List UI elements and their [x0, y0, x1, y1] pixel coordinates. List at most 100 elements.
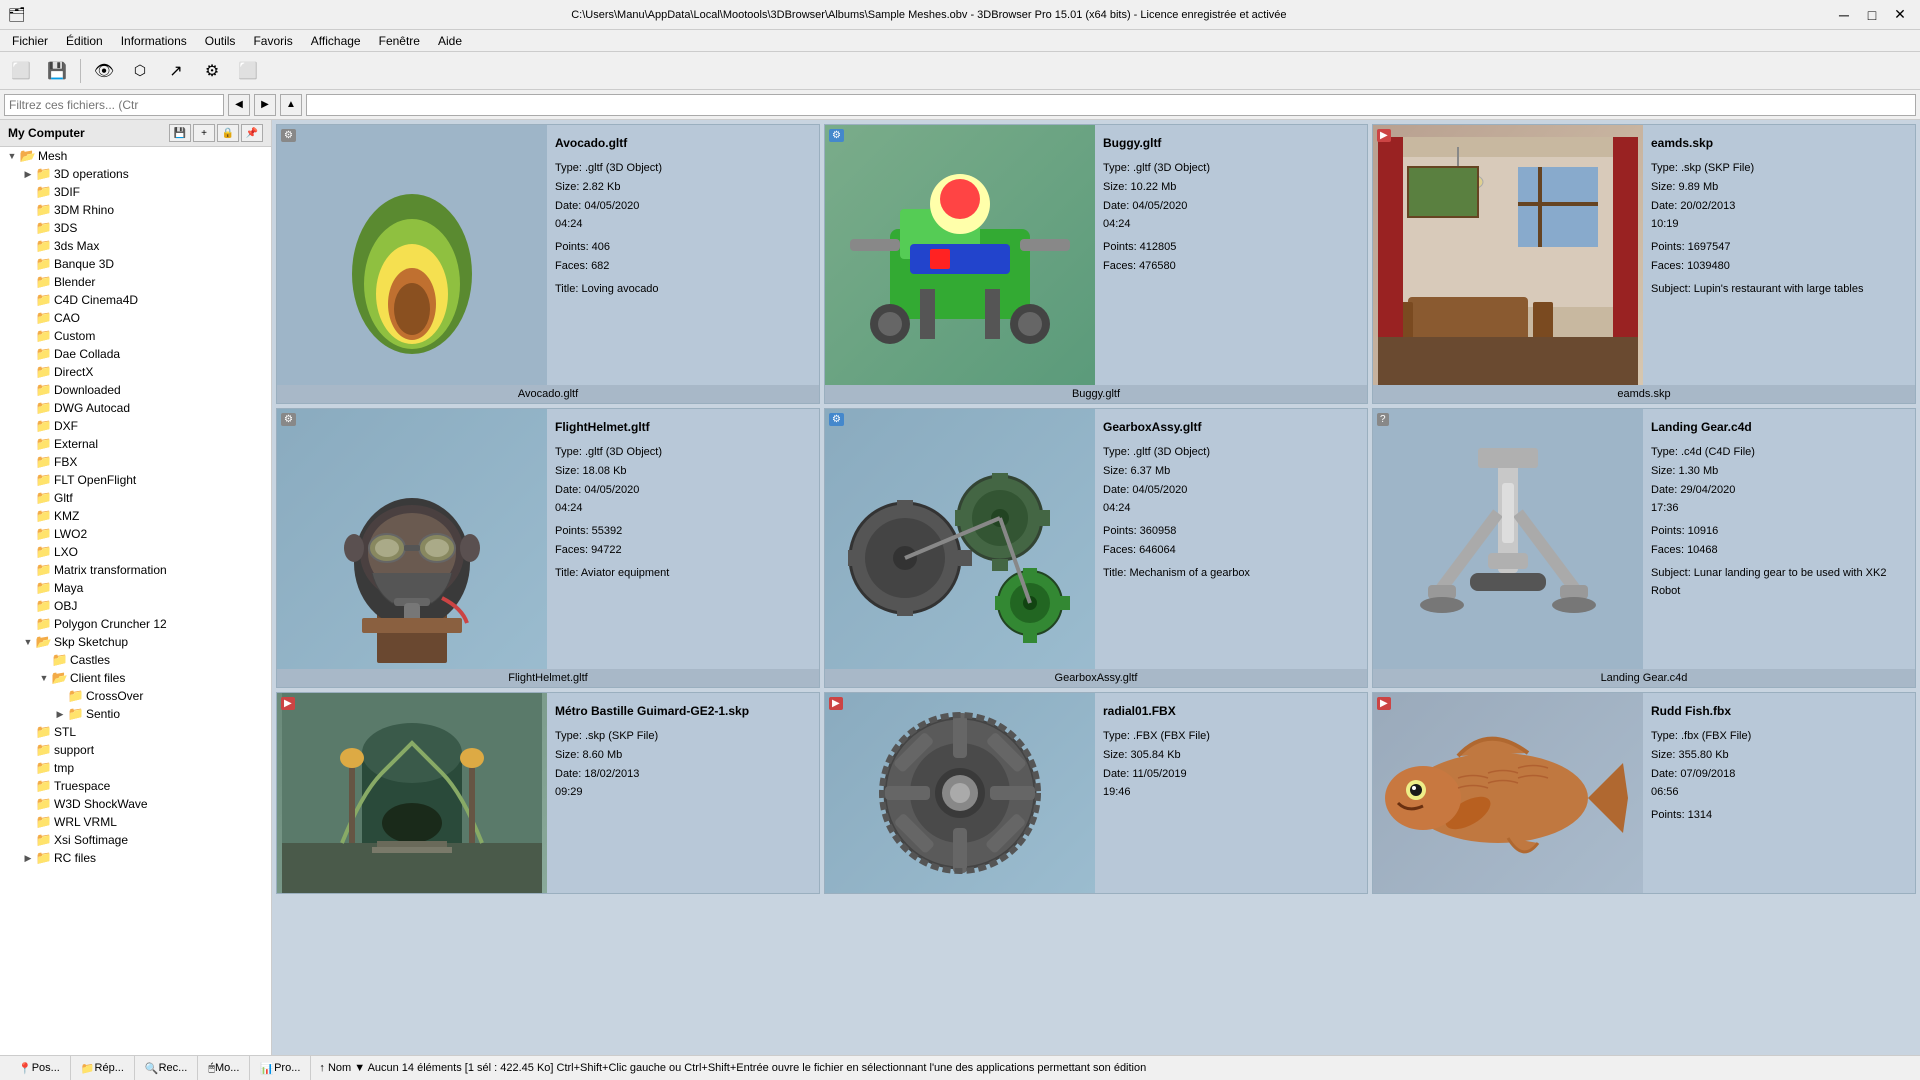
- grid-item-radial[interactable]: ▶: [824, 692, 1368, 894]
- grid-item-avocado[interactable]: ⚙ Avocado.gltf Type: .gltf (3D Object) S…: [276, 124, 820, 404]
- subject-landinggear: Subject: Lunar landing gear to be used w…: [1651, 564, 1907, 601]
- grid-item-ruddfish[interactable]: ▶: [1372, 692, 1916, 894]
- toggle-clientfiles[interactable]: ▼: [36, 670, 52, 686]
- menu-item-informations[interactable]: Informations: [113, 32, 195, 50]
- tree-item-blender[interactable]: 📁 Blender: [0, 273, 271, 291]
- type-landinggear: Type: .c4d (C4D File): [1651, 443, 1907, 462]
- toggle-rcfiles[interactable]: ▶: [20, 850, 36, 866]
- menu-item-aide[interactable]: Aide: [430, 32, 470, 50]
- tree-item-external[interactable]: 📁 External: [0, 435, 271, 453]
- menu-item-fenêtre[interactable]: Fenêtre: [371, 32, 428, 50]
- tree-item-flt[interactable]: 📁 FLT OpenFlight: [0, 471, 271, 489]
- tree-item-lxo[interactable]: 📁 LXO: [0, 543, 271, 561]
- toggle-skp[interactable]: ▼: [20, 634, 36, 650]
- grid-item-flighthelmet[interactable]: ⚙: [276, 408, 820, 688]
- menu-item-fichier[interactable]: Fichier: [4, 32, 56, 50]
- tree-item-3dmrhino[interactable]: 📁 3DM Rhino: [0, 201, 271, 219]
- grid-item-gearbox[interactable]: ⚙: [824, 408, 1368, 688]
- toolbar-btn-7[interactable]: ⬜: [231, 56, 265, 86]
- tree-item-maya[interactable]: 📁 Maya: [0, 579, 271, 597]
- tree-item-3dsmax[interactable]: 📁 3ds Max: [0, 237, 271, 255]
- status-tab-rec[interactable]: 🔍 Rec...: [135, 1056, 198, 1080]
- status-tab-mo[interactable]: 🖱 Mo...: [198, 1056, 250, 1080]
- tree-item-3ds[interactable]: 📁 3DS: [0, 219, 271, 237]
- tree-item-dwgautocad[interactable]: 📁 DWG Autocad: [0, 399, 271, 417]
- tree-item-sentio[interactable]: ▶ 📁 Sentio: [0, 705, 271, 723]
- toolbar-btn-6[interactable]: ⚙: [195, 56, 229, 86]
- tree-item-skp[interactable]: ▼ 📂 Skp Sketchup: [0, 633, 271, 651]
- minimize-button[interactable]: ─: [1832, 5, 1856, 25]
- tree-label-daecollada: Dae Collada: [54, 347, 120, 361]
- menu-item-outils[interactable]: Outils: [197, 32, 244, 50]
- toggle-3dops[interactable]: ▶: [20, 166, 36, 182]
- addr-back-btn[interactable]: ◀: [228, 94, 250, 116]
- tree-item-mesh[interactable]: ▼ 📂 Mesh: [0, 147, 271, 165]
- tree-item-banque3d[interactable]: 📁 Banque 3D: [0, 255, 271, 273]
- status-tab-pos[interactable]: 📍 Pos...: [8, 1056, 71, 1080]
- tree-item-stl[interactable]: 📁 STL: [0, 723, 271, 741]
- close-button[interactable]: ✕: [1888, 5, 1912, 25]
- status-tab-pro[interactable]: 📊 Pro...: [250, 1056, 311, 1080]
- tree-item-c4d[interactable]: 📁 C4D Cinema4D: [0, 291, 271, 309]
- tree-item-castles[interactable]: 📁 Castles: [0, 651, 271, 669]
- tree-item-fbx[interactable]: 📁 FBX: [0, 453, 271, 471]
- filter-input[interactable]: [4, 94, 224, 116]
- grid-item-buggy[interactable]: ⚙: [824, 124, 1368, 404]
- addr-forward-btn[interactable]: ▶: [254, 94, 276, 116]
- tree-item-truespace[interactable]: 📁 Truespace: [0, 777, 271, 795]
- sidebar-tool-lock[interactable]: 🔒: [217, 124, 239, 142]
- tree-item-polygoncruncher[interactable]: 📁 Polygon Cruncher 12: [0, 615, 271, 633]
- status-tab-rep[interactable]: 📁 Rép...: [71, 1056, 135, 1080]
- titlebar: 🗂 C:\Users\Manu\AppData\Local\Mootools\3…: [0, 0, 1920, 30]
- tree-item-matrix[interactable]: 📁 Matrix transformation: [0, 561, 271, 579]
- grid-item-eamds[interactable]: ▶: [1372, 124, 1916, 404]
- tree-item-obj[interactable]: 📁 OBJ: [0, 597, 271, 615]
- preview-avocado: [277, 125, 547, 403]
- tree-item-clientfiles[interactable]: ▼ 📂 Client files: [0, 669, 271, 687]
- toolbar-btn-5[interactable]: ↗: [159, 56, 193, 86]
- toggle-sentio[interactable]: ▶: [52, 706, 68, 722]
- toolbar-btn-3[interactable]: 👁: [87, 56, 121, 86]
- tree-item-cao[interactable]: 📁 CAO: [0, 309, 271, 327]
- maximize-button[interactable]: □: [1860, 5, 1884, 25]
- menu-item-favoris[interactable]: Favoris: [245, 32, 300, 50]
- tree-item-3dif[interactable]: 📁 3DIF: [0, 183, 271, 201]
- tree-item-gltf[interactable]: 📁 Gltf: [0, 489, 271, 507]
- folder-icon-3dops: 📁: [36, 166, 52, 182]
- menubar: FichierÉditionInformationsOutilsFavorisA…: [0, 30, 1920, 52]
- grid-item-landinggear[interactable]: ?: [1372, 408, 1916, 688]
- tree-item-dxf[interactable]: 📁 DXF: [0, 417, 271, 435]
- tree-item-support[interactable]: 📁 support: [0, 741, 271, 759]
- grid-item-metro[interactable]: ▶: [276, 692, 820, 894]
- menu-item-affichage[interactable]: Affichage: [303, 32, 369, 50]
- caption-eamds: eamds.skp: [1373, 385, 1915, 403]
- tree-item-lwo2[interactable]: 📁 LWO2: [0, 525, 271, 543]
- folder-icon-skp: 📂: [36, 634, 52, 650]
- tree-item-rcfiles[interactable]: ▶ 📁 RC files: [0, 849, 271, 867]
- tree-item-directx[interactable]: 📁 DirectX: [0, 363, 271, 381]
- path-input[interactable]: C:\Users\Manu\AppData\Local\Mootools\3DB…: [306, 94, 1916, 116]
- folder-icon-tmp: 📁: [36, 760, 52, 776]
- tree-item-w3d[interactable]: 📁 W3D ShockWave: [0, 795, 271, 813]
- toolbar-btn-4[interactable]: ⬡: [123, 56, 157, 86]
- faces-buggy: Faces: 476580: [1103, 257, 1359, 276]
- tree-item-kmz[interactable]: 📁 KMZ: [0, 507, 271, 525]
- menu-item-édition[interactable]: Édition: [58, 32, 111, 50]
- tree-item-tmp[interactable]: 📁 tmp: [0, 759, 271, 777]
- tree-item-downloaded[interactable]: 📁 Downloaded: [0, 381, 271, 399]
- status-info: ↑ Nom ▼ Aucun 14 éléments [1 sél : 422.4…: [319, 1062, 1912, 1074]
- tree-item-3dops[interactable]: ▶ 📁 3D operations: [0, 165, 271, 183]
- sidebar-tool-pin[interactable]: 📌: [241, 124, 263, 142]
- sidebar-tool-add[interactable]: +: [193, 124, 215, 142]
- toggle-mesh[interactable]: ▼: [4, 148, 20, 164]
- toolbar-btn-1[interactable]: ⬜: [4, 56, 38, 86]
- tree-item-custom[interactable]: 📁 Custom: [0, 327, 271, 345]
- sidebar-tool-save[interactable]: 💾: [169, 124, 191, 142]
- addr-up-btn[interactable]: ▲: [280, 94, 302, 116]
- tree-item-wrl[interactable]: 📁 WRL VRML: [0, 813, 271, 831]
- tree-item-xsi[interactable]: 📁 Xsi Softimage: [0, 831, 271, 849]
- radial-svg: [835, 698, 1085, 888]
- toolbar-btn-2[interactable]: 💾: [40, 56, 74, 86]
- tree-item-daecollada[interactable]: 📁 Dae Collada: [0, 345, 271, 363]
- tree-item-crossover[interactable]: 📁 CrossOver: [0, 687, 271, 705]
